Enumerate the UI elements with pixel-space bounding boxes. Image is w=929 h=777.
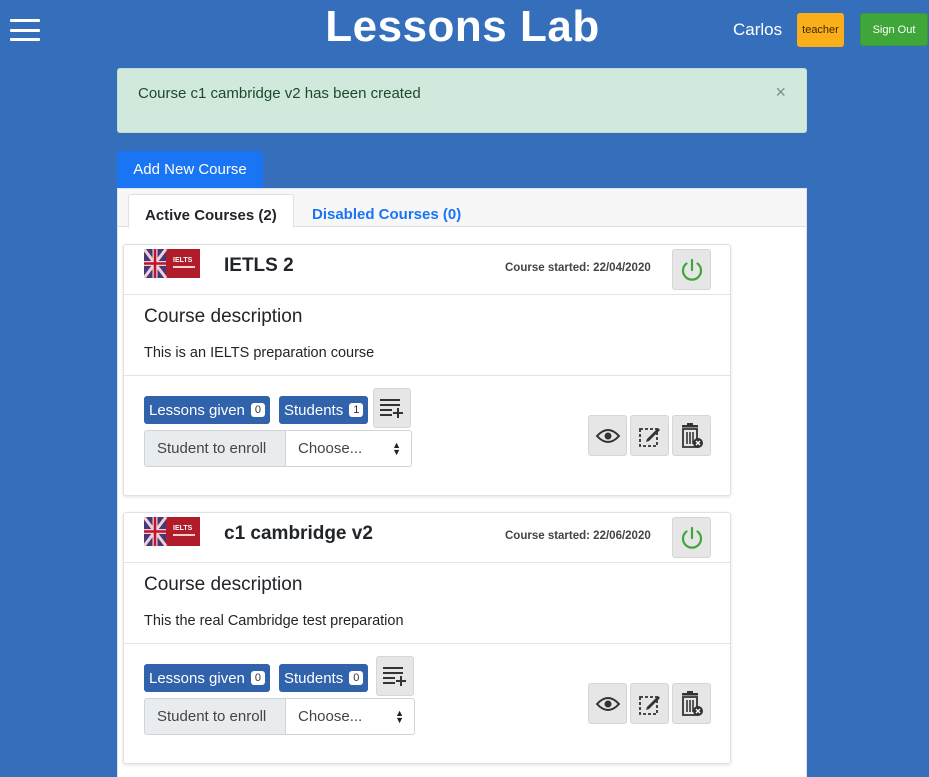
course-start-date: Course started: 22/06/2020 (505, 530, 651, 542)
power-toggle-button[interactable] (672, 249, 711, 290)
view-course-button[interactable] (588, 683, 627, 724)
students-badge: Students 1 (279, 396, 369, 424)
enroll-select-value: Choose... (298, 708, 363, 725)
power-icon (681, 258, 702, 281)
edit-icon (638, 695, 660, 715)
course-tabs: Active Courses (2) Disabled Courses (0) (118, 189, 806, 228)
students-count: 0 (349, 671, 364, 685)
sign-out-button[interactable]: Sign Out (860, 13, 928, 46)
lessons-given-count: 0 (250, 403, 266, 417)
course-title: IETLS 2 (224, 255, 294, 276)
delete-course-button[interactable] (672, 415, 711, 456)
add-new-course-button[interactable]: Add New Course (117, 151, 263, 188)
students-count: 1 (349, 403, 364, 417)
student-enroll-label: Student to enroll (144, 698, 286, 735)
students-badge: Students 0 (279, 664, 369, 692)
enroll-select-value: Choose... (298, 440, 363, 457)
description-title: Course description (144, 306, 303, 327)
lessons-given-label: Lessons given (149, 401, 245, 419)
add-lesson-button[interactable] (373, 388, 411, 428)
select-caret-icon: ▲ ▼ (392, 440, 401, 457)
power-toggle-button[interactable] (672, 517, 711, 558)
course-card: IELTS c1 cambridge v2 Course started: 22… (123, 512, 731, 764)
student-enroll-label: Student to enroll (144, 430, 286, 467)
lessons-given-badge: Lessons given 0 (144, 396, 271, 424)
description-text: This is an IELTS preparation course (144, 345, 375, 361)
description-title: Course description (144, 574, 303, 595)
course-thumbnail: IELTS (144, 249, 200, 278)
user-name: Carlos (733, 20, 783, 39)
lessons-given-count: 0 (250, 671, 266, 685)
eye-icon (595, 696, 620, 711)
trash-icon (681, 690, 703, 716)
close-icon[interactable]: × (775, 82, 786, 103)
eye-icon (595, 428, 620, 443)
edit-course-button[interactable] (630, 415, 669, 456)
app-title: Lessons Lab (325, 2, 600, 51)
trash-icon (681, 422, 703, 448)
course-thumbnail: IELTS (144, 517, 200, 546)
select-caret-icon: ▲ ▼ (395, 708, 404, 725)
edit-course-button[interactable] (630, 683, 669, 724)
alert-message: Course c1 cambridge v2 has been created (138, 85, 421, 102)
success-alert: Course c1 cambridge v2 has been created … (117, 68, 807, 133)
course-title: c1 cambridge v2 (224, 523, 373, 544)
tab-active-courses[interactable]: Active Courses (2) (128, 194, 294, 228)
playlist-add-icon (380, 399, 403, 418)
students-label: Students (284, 401, 344, 419)
description-text: This the real Cambridge test preparation (144, 613, 404, 629)
course-card: IELTS IETLS 2 Course started: 22/04/2020… (123, 244, 731, 496)
thumbnail-caption: IELTS (173, 525, 193, 532)
delete-course-button[interactable] (672, 683, 711, 724)
role-badge: teacher (797, 13, 844, 47)
view-course-button[interactable] (588, 415, 627, 456)
edit-icon (638, 427, 660, 447)
student-enroll-select[interactable]: Choose... ▲ ▼ (286, 430, 412, 467)
course-start-date: Course started: 22/04/2020 (505, 262, 651, 274)
add-lesson-button[interactable] (376, 656, 414, 696)
tab-disabled-courses[interactable]: Disabled Courses (0) (296, 194, 477, 228)
student-enroll-select[interactable]: Choose... ▲ ▼ (286, 698, 415, 735)
students-label: Students (284, 669, 344, 687)
thumbnail-caption: IELTS (173, 257, 193, 264)
playlist-add-icon (383, 667, 406, 686)
power-icon (681, 526, 702, 549)
courses-panel: Active Courses (2) Disabled Courses (0) … (117, 188, 807, 777)
lessons-given-label: Lessons given (149, 669, 245, 687)
lessons-given-badge: Lessons given 0 (144, 664, 271, 692)
